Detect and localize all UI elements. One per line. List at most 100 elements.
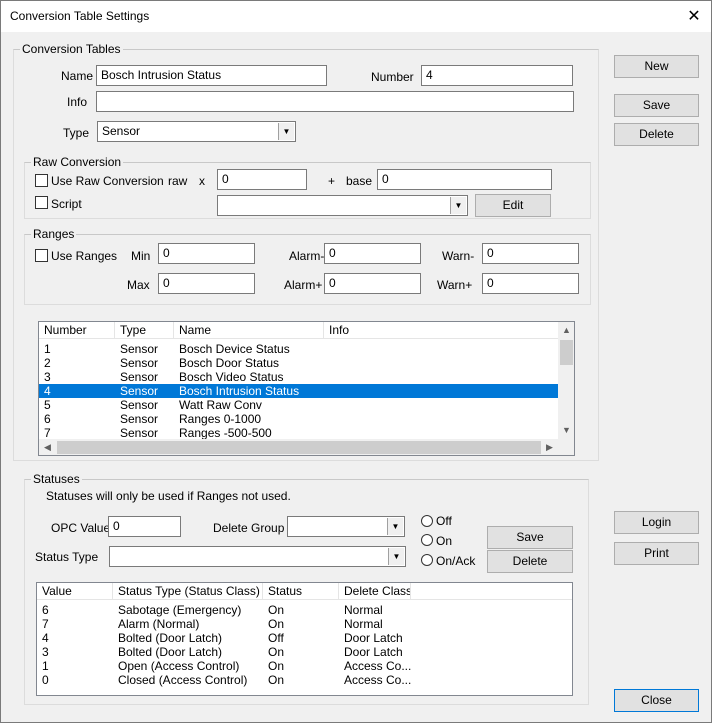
cell-name: Ranges -500-500 <box>179 426 272 440</box>
use-ranges-checkbox[interactable] <box>35 249 48 262</box>
cell-type: Sensor <box>120 426 159 440</box>
window-title: Conversion Table Settings <box>10 9 150 23</box>
login-button[interactable]: Login <box>614 511 699 534</box>
conversion-tables-list[interactable]: Number Type Name Info 1 Sensor Bosch Dev… <box>38 321 575 456</box>
column-header-info[interactable]: Info <box>324 322 559 339</box>
delete-button[interactable]: Delete <box>614 123 699 146</box>
radio-off[interactable] <box>421 515 433 527</box>
tables-list-vertical-scrollbar[interactable]: ▲ ▼ <box>558 322 574 439</box>
column-header-status-type[interactable]: Status Type (Status Class) <box>113 583 263 600</box>
status-row[interactable]: 4 Bolted (Door Latch) Off Door Latch <box>37 631 572 645</box>
radio-on-ack[interactable] <box>421 554 433 566</box>
column-header-name[interactable]: Name <box>174 322 324 339</box>
cell-value: 1 <box>42 659 49 673</box>
cell-number: 7 <box>44 426 51 440</box>
column-header-value[interactable]: Value <box>37 583 113 600</box>
script-select[interactable]: ▼ <box>217 195 468 216</box>
cell-status-type: Bolted (Door Latch) <box>118 645 223 659</box>
cell-value: 7 <box>42 617 49 631</box>
scroll-up-icon[interactable]: ▲ <box>558 322 574 339</box>
cell-type: Sensor <box>120 342 159 356</box>
warn-minus-input[interactable]: 0 <box>482 243 579 264</box>
status-row[interactable]: 7 Alarm (Normal) On Normal <box>37 617 572 631</box>
table-row[interactable]: 5 Sensor Watt Raw Conv <box>39 398 558 412</box>
table-row[interactable]: 7 Sensor Ranges -500-500 <box>39 426 558 440</box>
save-button[interactable]: Save <box>614 94 699 117</box>
scroll-left-icon[interactable]: ◀ <box>39 439 56 455</box>
table-row[interactable]: 1 Sensor Bosch Device Status <box>39 342 558 356</box>
column-header-status[interactable]: Status <box>263 583 339 600</box>
name-input[interactable]: Bosch Intrusion Status <box>96 65 327 86</box>
tables-list-horizontal-scrollbar[interactable]: ◀ ▶ <box>39 439 574 455</box>
scroll-right-icon[interactable]: ▶ <box>541 439 558 455</box>
table-row[interactable]: 3 Sensor Bosch Video Status <box>39 370 558 384</box>
statuses-note: Statuses will only be used if Ranges not… <box>46 489 291 503</box>
raw-multiplier-input[interactable]: 0 <box>217 169 307 190</box>
status-save-button[interactable]: Save <box>487 526 573 549</box>
status-row[interactable]: 3 Bolted (Door Latch) On Door Latch <box>37 645 572 659</box>
warn-plus-input[interactable]: 0 <box>482 273 579 294</box>
number-input[interactable]: 4 <box>421 65 573 86</box>
cell-delete-class: Door Latch <box>344 645 403 659</box>
use-raw-conversion-label: Use Raw Conversion <box>51 174 164 188</box>
conversion-table-settings-window: Conversion Table Settings ✕ Conversion T… <box>0 0 712 723</box>
statuses-list[interactable]: Value Status Type (Status Class) Status … <box>36 582 573 696</box>
cell-status: On <box>268 645 285 659</box>
new-button[interactable]: New <box>614 55 699 78</box>
cell-type: Sensor <box>120 356 159 370</box>
cell-name: Watt Raw Conv <box>179 398 262 412</box>
chevron-down-icon: ▼ <box>388 548 404 565</box>
cell-name: Bosch Intrusion Status <box>179 384 300 398</box>
opc-value-input[interactable]: 0 <box>108 516 181 537</box>
cell-value: 0 <box>42 673 49 687</box>
cell-number: 4 <box>44 384 51 398</box>
alarm-minus-input[interactable]: 0 <box>324 243 421 264</box>
alarm-plus-input[interactable]: 0 <box>324 273 421 294</box>
x-label: x <box>199 174 205 188</box>
close-window-icon[interactable]: ✕ <box>677 3 711 30</box>
status-delete-button[interactable]: Delete <box>487 550 573 573</box>
name-label: Name <box>61 69 94 83</box>
script-checkbox[interactable] <box>35 196 48 209</box>
use-raw-conversion-checkbox[interactable] <box>35 174 48 187</box>
table-row[interactable]: 6 Sensor Ranges 0-1000 <box>39 412 558 426</box>
conversion-tables-legend: Conversion Tables <box>20 42 123 56</box>
cell-value: 6 <box>42 603 49 617</box>
info-input[interactable] <box>96 91 574 112</box>
table-row-selected[interactable]: 4 Sensor Bosch Intrusion Status <box>39 384 558 398</box>
column-header-type[interactable]: Type <box>115 322 174 339</box>
close-button[interactable]: Close <box>614 689 699 712</box>
cell-delete-class: Access Co... <box>344 659 411 673</box>
print-button[interactable]: Print <box>614 542 699 565</box>
plus-label: + <box>328 174 336 188</box>
opc-value-label: OPC Value <box>51 521 111 535</box>
cell-number: 6 <box>44 412 51 426</box>
table-row[interactable]: 2 Sensor Bosch Door Status <box>39 356 558 370</box>
status-row[interactable]: 1 Open (Access Control) On Access Co... <box>37 659 572 673</box>
horizontal-scroll-thumb[interactable] <box>57 441 541 454</box>
cell-status: Off <box>268 631 284 645</box>
cell-type: Sensor <box>120 412 159 426</box>
status-type-select[interactable]: ▼ <box>109 546 406 567</box>
radio-on[interactable] <box>421 534 433 546</box>
max-label: Max <box>127 278 150 292</box>
type-select-value: Sensor <box>102 124 141 138</box>
scroll-down-icon[interactable]: ▼ <box>558 422 574 439</box>
cell-info <box>324 384 558 398</box>
raw-label: raw <box>168 174 188 188</box>
cell-status-type: Bolted (Door Latch) <box>118 631 223 645</box>
type-label: Type <box>63 126 90 140</box>
cell-value: 3 <box>42 645 49 659</box>
base-input[interactable]: 0 <box>377 169 552 190</box>
status-row[interactable]: 0 Closed (Access Control) On Access Co..… <box>37 673 572 687</box>
type-select[interactable]: Sensor ▼ <box>97 121 296 142</box>
column-header-delete-class[interactable]: Delete Class <box>339 583 411 600</box>
max-input[interactable]: 0 <box>158 273 255 294</box>
column-header-number[interactable]: Number <box>39 322 115 339</box>
edit-script-button[interactable]: Edit <box>475 194 551 217</box>
ranges-legend: Ranges <box>31 227 77 241</box>
vertical-scroll-thumb[interactable] <box>560 340 573 365</box>
delete-group-select[interactable]: ▼ <box>287 516 405 537</box>
min-input[interactable]: 0 <box>158 243 255 264</box>
status-row[interactable]: 6 Sabotage (Emergency) On Normal <box>37 603 572 617</box>
